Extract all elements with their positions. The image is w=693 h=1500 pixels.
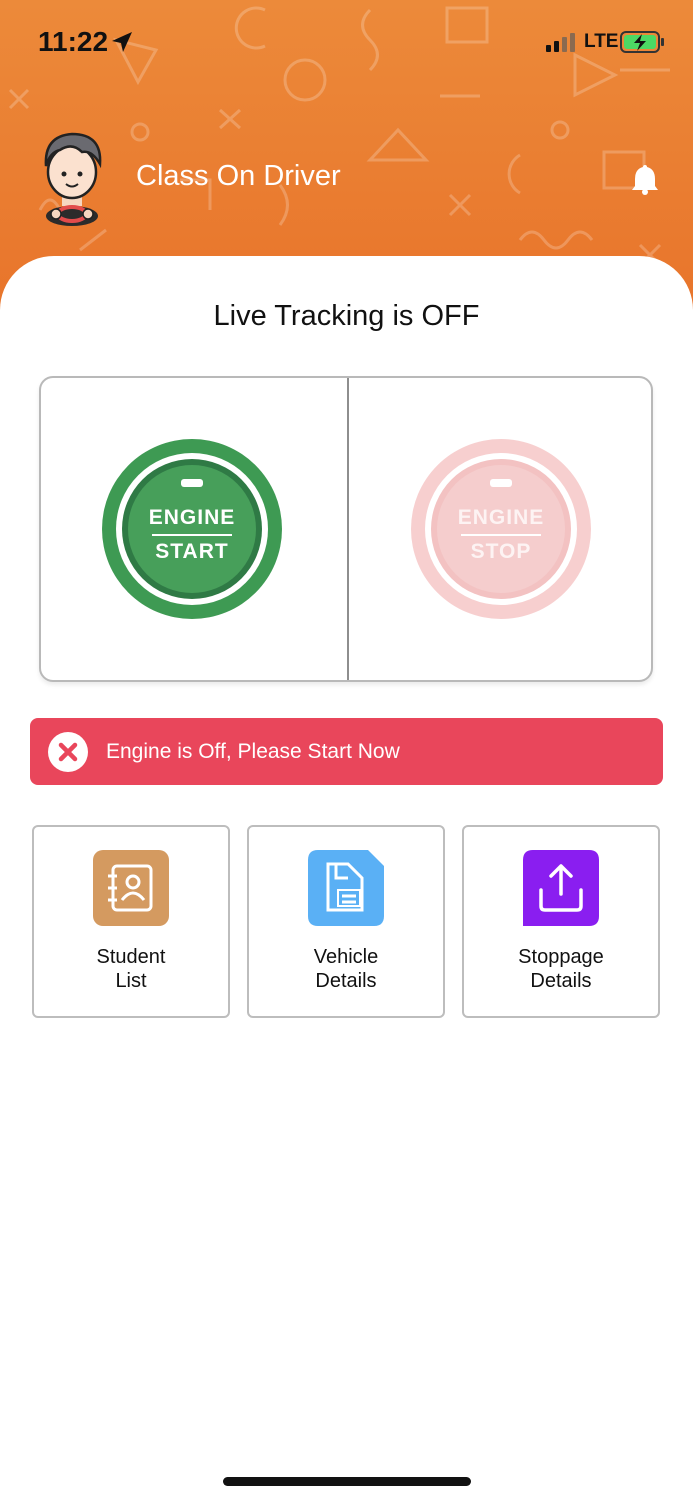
upload-icon <box>523 850 599 926</box>
home-indicator[interactable] <box>223 1477 471 1486</box>
document-folder-icon <box>308 850 384 926</box>
engine-stop-line1: ENGINE <box>457 506 545 529</box>
vehicle-details-tile[interactable]: Vehicle Details <box>247 825 445 1018</box>
vehicle-details-label-line1: Vehicle <box>313 946 379 968</box>
driver-avatar-icon <box>44 132 102 226</box>
stoppage-details-tile[interactable]: Stoppage Details <box>462 825 660 1018</box>
app-title: Class On Driver <box>136 160 341 192</box>
engine-stop-button[interactable]: ENGINE STOP <box>410 438 592 620</box>
stoppage-details-label-line1: Stoppage <box>518 946 604 968</box>
status-time: 11:22 <box>38 26 109 57</box>
bell-icon[interactable] <box>628 162 662 196</box>
engine-start-line2: START <box>155 540 229 563</box>
network-type: LTE <box>584 31 619 52</box>
location-arrow-icon <box>112 32 132 52</box>
stoppage-details-label-line2: Details <box>530 970 592 992</box>
panel-divider <box>347 378 349 680</box>
engine-control-panel: ENGINE START ENGINE STOP <box>39 376 653 682</box>
engine-off-alert: Engine is Off, Please Start Now <box>30 718 663 785</box>
vehicle-details-label-line2: Details <box>315 970 377 992</box>
alert-message: Engine is Off, Please Start Now <box>106 740 400 763</box>
signal-icon <box>546 33 575 52</box>
student-list-label-line2: List <box>115 970 147 992</box>
engine-stop-line2: STOP <box>470 540 532 563</box>
status-bar: 11:22 LTE <box>0 0 693 80</box>
contacts-book-icon <box>93 850 169 926</box>
engine-start-line1: ENGINE <box>148 506 236 529</box>
close-circle-icon <box>48 732 88 772</box>
student-list-label-line1: Student <box>96 946 166 968</box>
live-tracking-status: Live Tracking is OFF <box>213 300 480 332</box>
battery-charging-icon <box>620 31 664 53</box>
engine-start-button[interactable]: ENGINE START <box>101 438 283 620</box>
student-list-tile[interactable]: Student List <box>32 825 230 1018</box>
